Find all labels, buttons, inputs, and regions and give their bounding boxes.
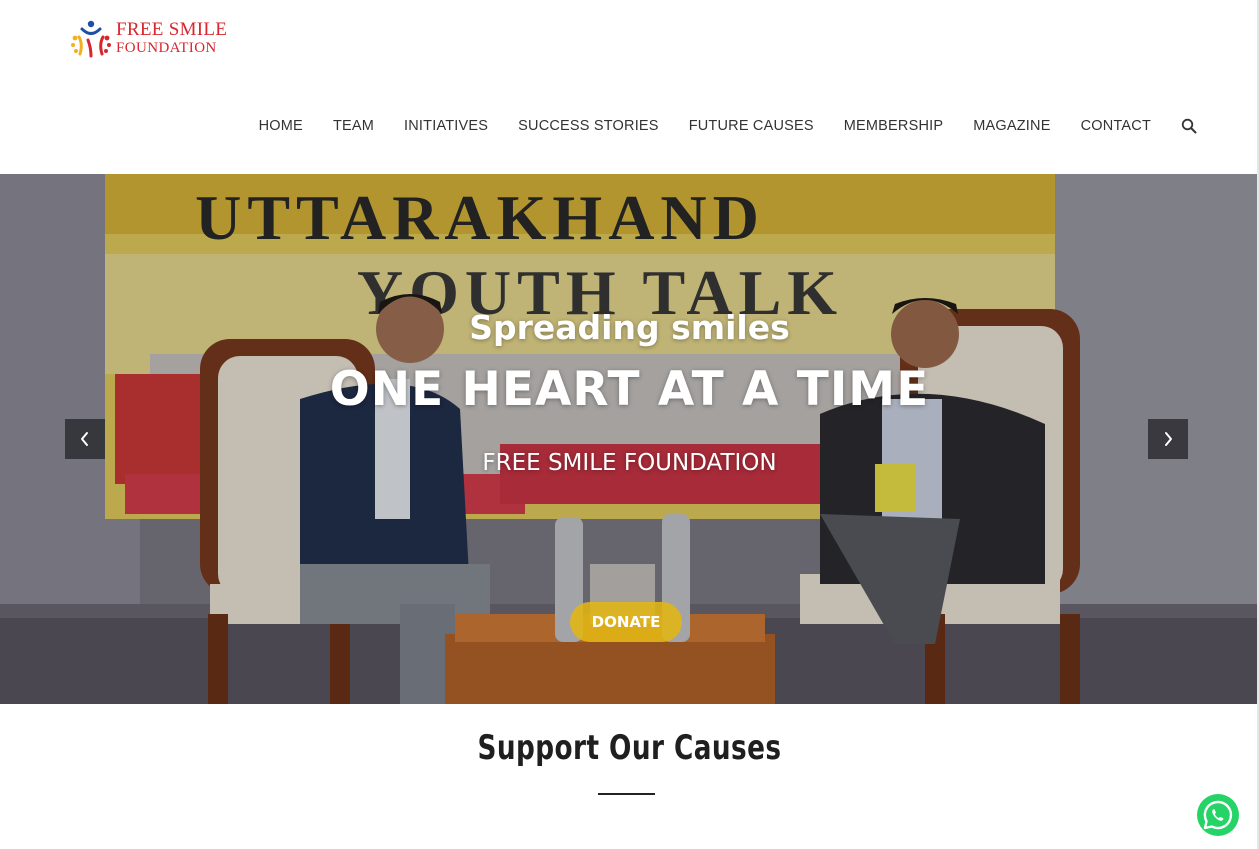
slider-next-button[interactable] <box>1148 419 1188 459</box>
nav-item-initiatives[interactable]: INITIATIVES <box>404 118 488 134</box>
hero-subtitle: Spreading smiles <box>469 308 790 347</box>
logo-icon <box>71 20 111 58</box>
logo-line2: FOUNDATION <box>116 40 217 56</box>
search-icon[interactable] <box>1181 118 1197 134</box>
hero-slider: UTTARAKHAND YOUTH TALK Spreading smiles … <box>0 174 1259 704</box>
logo-text: FREE SMILE FOUNDATION <box>116 19 228 57</box>
nav-item-membership[interactable]: MEMBERSHIP <box>844 118 944 134</box>
nav-item-magazine[interactable]: MAGAZINE <box>973 118 1050 134</box>
nav-item-home[interactable]: HOME <box>259 118 303 134</box>
nav-item-success-stories[interactable]: SUCCESS STORIES <box>518 118 659 134</box>
whatsapp-icon[interactable] <box>1196 793 1240 837</box>
site-header: FREE SMILE FOUNDATION HOME TEAM INITIATI… <box>0 0 1259 174</box>
hero-title: ONE HEART AT A TIME <box>329 362 930 417</box>
nav-item-team[interactable]: TEAM <box>333 118 374 134</box>
logo-line1: FREE SMILE <box>116 19 228 40</box>
section-divider <box>598 793 655 795</box>
chevron-right-icon <box>1165 432 1172 446</box>
chevron-left-icon <box>81 432 88 446</box>
causes-section-title: Support Our Causes <box>477 728 782 768</box>
slider-prev-button[interactable] <box>65 419 105 459</box>
nav-item-contact[interactable]: CONTACT <box>1081 118 1151 134</box>
main-nav: HOME TEAM INITIATIVES SUCCESS STORIES FU… <box>229 118 1197 134</box>
site-logo[interactable]: FREE SMILE FOUNDATION <box>70 16 240 62</box>
nav-item-future-causes[interactable]: FUTURE CAUSES <box>689 118 814 134</box>
hero-org-name: FREE SMILE FOUNDATION <box>482 450 777 476</box>
donate-button[interactable]: DONATE <box>570 602 682 642</box>
